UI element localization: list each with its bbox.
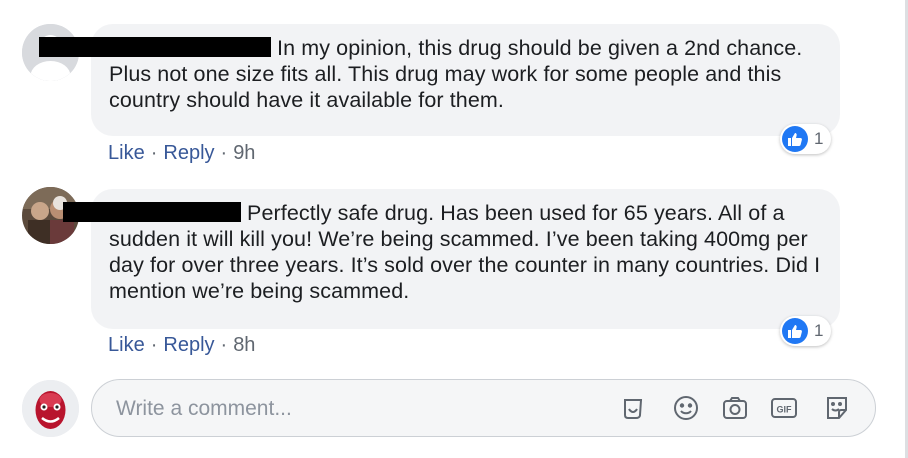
separator: · [150,334,158,356]
timestamp[interactable]: 9h [233,142,255,164]
emoji-icon[interactable] [672,394,700,422]
redacted-author-name[interactable] [39,37,271,57]
timestamp[interactable]: 8h [233,334,255,356]
comment-composer: GIF [91,379,876,437]
current-user-avatar[interactable] [22,380,79,437]
comment-actions: Like · Reply · 9h [108,142,255,165]
redacted-author-name[interactable] [63,202,241,222]
separator: · [220,142,228,164]
reaction-count: 1 [814,321,824,340]
like-link[interactable]: Like [108,142,145,164]
comment-actions: Like · Reply · 8h [108,334,255,357]
sticker-icon[interactable] [619,394,647,422]
reply-link[interactable]: Reply [163,142,214,164]
separator: · [150,142,158,164]
comment-bubble: In my opinion, this drug should be given… [39,24,840,136]
camera-icon[interactable] [721,394,749,422]
reaction-summary[interactable]: 1 [780,124,832,154]
reply-link[interactable]: Reply [163,334,214,356]
comment-input[interactable] [114,392,588,426]
reaction-summary[interactable]: 1 [780,316,832,346]
gif-label: GIF [777,405,793,415]
like-icon [782,318,808,344]
reaction-count: 1 [814,129,824,148]
comment-bubble: Perfectly safe drug. Has been used for 6… [63,189,840,329]
like-icon [782,126,808,152]
like-link[interactable]: Like [108,334,145,356]
sticker-smile-icon[interactable] [823,394,851,422]
gif-icon[interactable]: GIF [770,394,798,422]
separator: · [220,334,228,356]
